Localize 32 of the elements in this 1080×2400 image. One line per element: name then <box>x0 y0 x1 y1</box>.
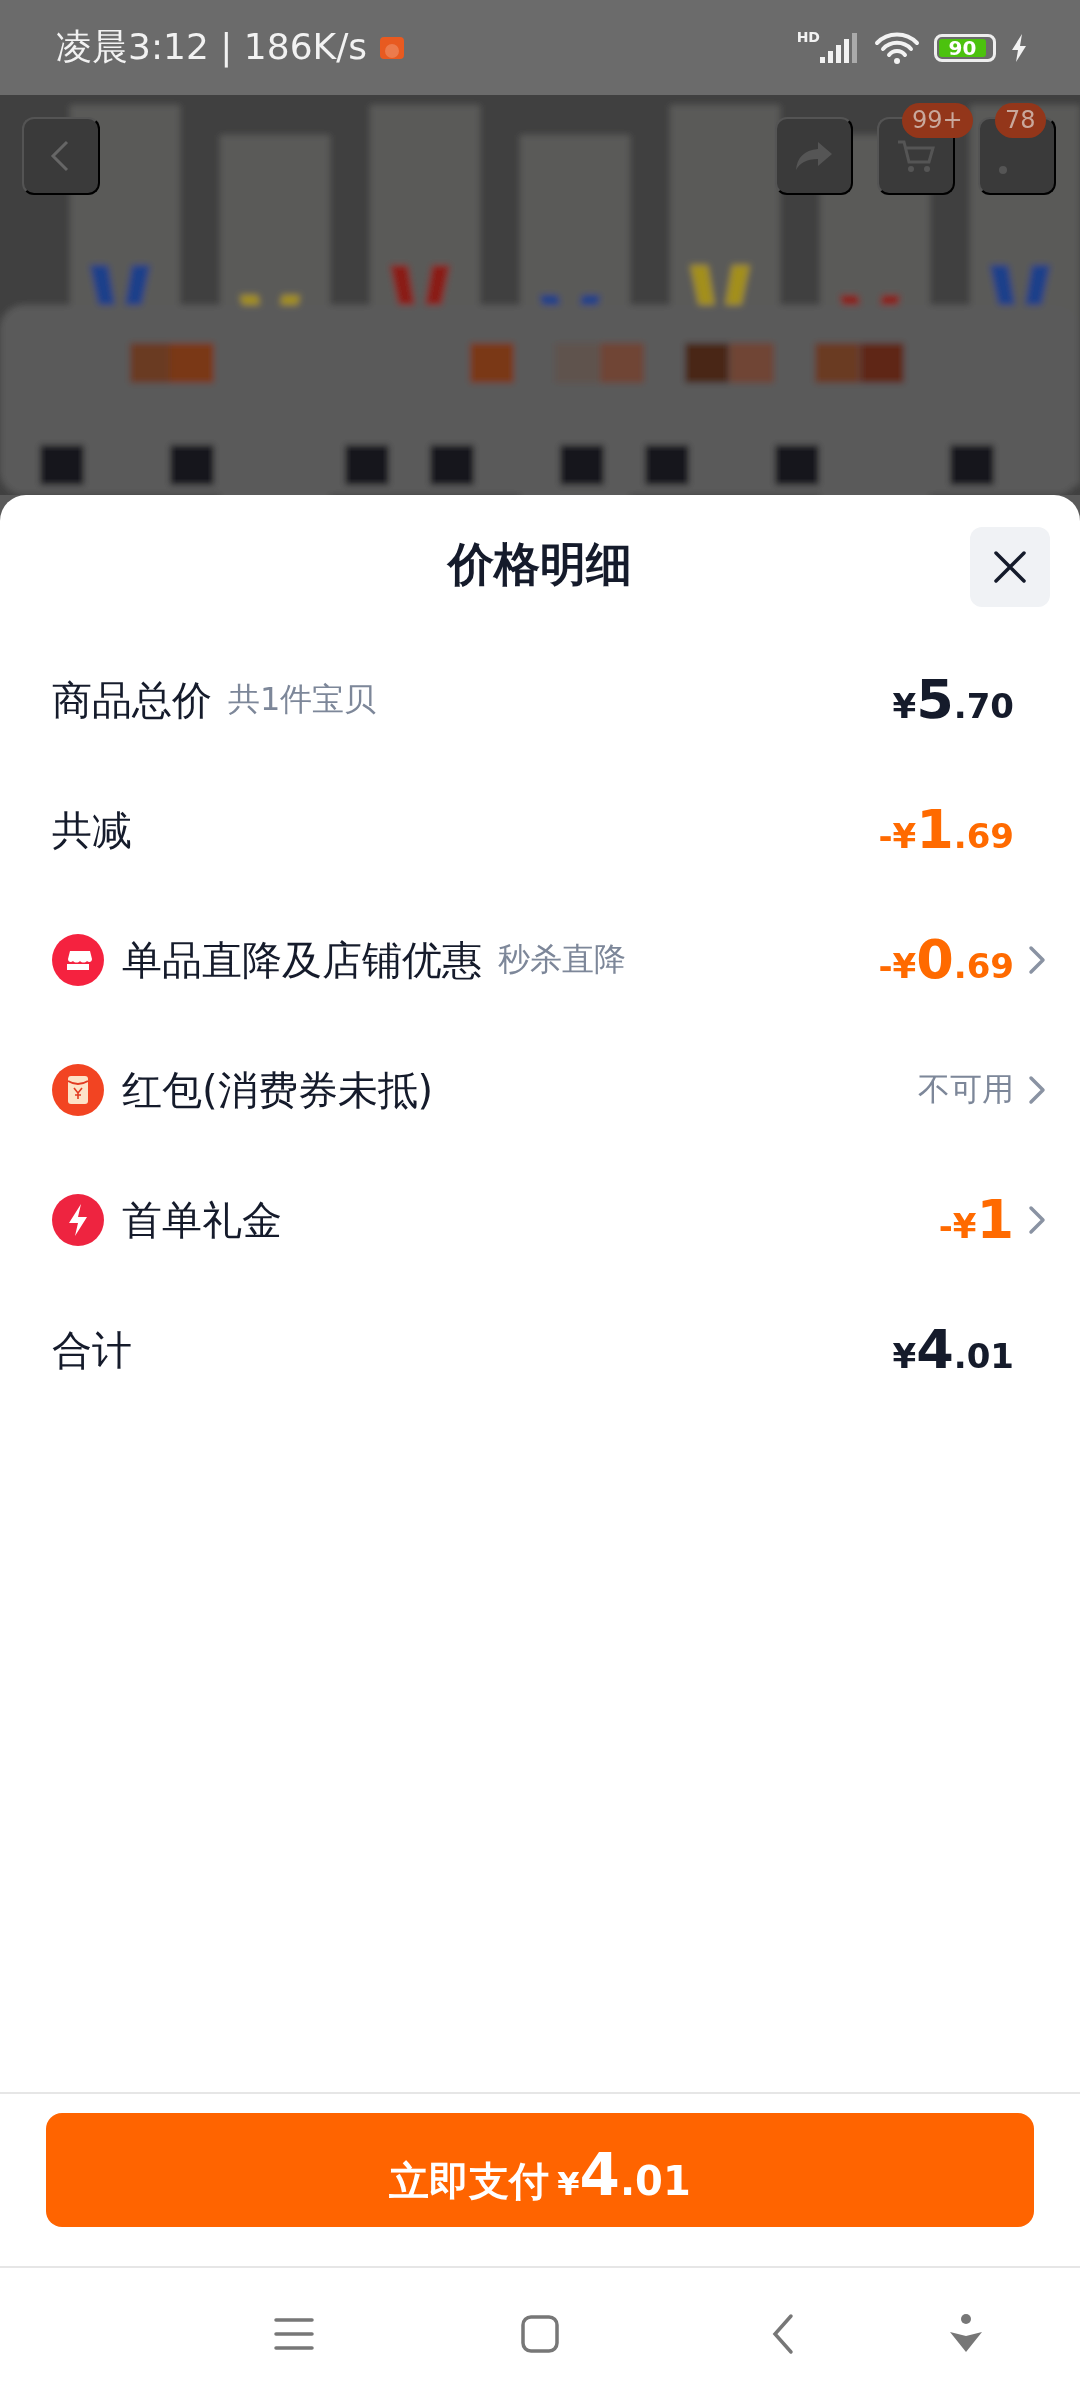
row-label: 单品直降及店铺优惠 <box>122 935 482 985</box>
lightning-icon <box>52 1194 104 1246</box>
price-text: -¥0.69 <box>878 933 1014 987</box>
price-text: -¥1.69 <box>878 803 1014 857</box>
battery-icon: 90 <box>934 33 996 62</box>
network-type: HD <box>796 28 820 45</box>
dot-icon <box>999 166 1007 174</box>
row-label: 红包(消费券未抵) <box>122 1065 434 1115</box>
back-button[interactable] <box>22 117 100 195</box>
row-label: 合计 <box>52 1325 132 1375</box>
row-note: 秒杀直降 <box>498 939 626 980</box>
status-time: 凌晨3:12 | 186K/s <box>56 25 368 70</box>
signal-icon <box>820 32 860 63</box>
close-button[interactable] <box>970 527 1050 607</box>
cart-badge: 99+ <box>902 103 973 138</box>
sheet-title: 价格明细 <box>448 536 632 593</box>
row-label: 首单礼金 <box>122 1195 282 1245</box>
app-notification-icon <box>379 34 406 61</box>
price-text: -¥1 <box>938 1193 1014 1247</box>
price-text: ¥5.70 <box>892 673 1014 727</box>
store-icon <box>52 934 104 986</box>
row-label: 商品总价 <box>52 675 212 725</box>
pay-button[interactable]: 立即支付 ¥4.01 <box>46 2113 1034 2227</box>
charging-icon <box>1010 32 1028 63</box>
message-badge: 78 <box>995 103 1046 138</box>
price-text: ¥4.01 <box>892 1323 1014 1377</box>
envelope-icon <box>52 1064 104 1116</box>
share-button[interactable] <box>775 117 853 195</box>
row-note: 共1件宝贝 <box>228 679 377 720</box>
status-text: 不可用 <box>918 1069 1014 1110</box>
row-label: 共减 <box>52 805 132 855</box>
wifi-icon <box>874 30 920 65</box>
